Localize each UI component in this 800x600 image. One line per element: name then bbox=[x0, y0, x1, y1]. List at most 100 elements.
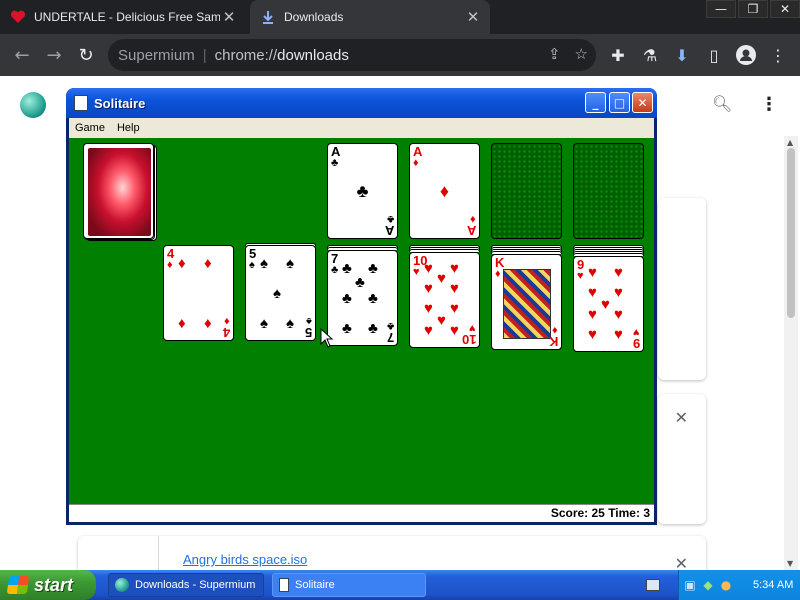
site-label: Supermium bbox=[118, 46, 195, 64]
tab-downloads[interactable]: Downloads ✕ bbox=[250, 0, 490, 34]
back-icon[interactable]: ← bbox=[10, 43, 34, 67]
tableau-card[interactable]: 4 ♦ ♦ ♦ ♦ ♦ ♦ 4 bbox=[163, 245, 234, 341]
more-options-icon[interactable]: ⋮ bbox=[760, 94, 778, 115]
search-icon[interactable]: 🔍︎ bbox=[712, 94, 732, 113]
solitaire-icon bbox=[279, 578, 289, 592]
card-pip: ♥ bbox=[588, 306, 597, 323]
card-pip: ♣ bbox=[368, 290, 378, 307]
side-panel-icon[interactable]: ▯ bbox=[702, 43, 726, 67]
solitaire-app-icon bbox=[74, 95, 88, 111]
card-rank: A bbox=[384, 223, 394, 238]
forward-icon[interactable]: → bbox=[42, 43, 66, 67]
card-pip: ♥ bbox=[450, 322, 459, 339]
scrollbar-thumb[interactable] bbox=[787, 148, 795, 318]
download-icon bbox=[260, 9, 276, 25]
extensions-icon[interactable]: ✚ bbox=[606, 43, 630, 67]
taskbar-item-label: Downloads - Supermium bbox=[135, 579, 256, 591]
minimize-button[interactable]: _ bbox=[585, 92, 606, 113]
card-rank: 4 bbox=[222, 325, 230, 340]
download-file-link[interactable]: Angry birds space.iso bbox=[183, 552, 307, 567]
minimize-icon[interactable]: — bbox=[706, 0, 736, 18]
page-scrollbar[interactable]: ▲ ▼ bbox=[784, 136, 798, 570]
card-pip: ♦ bbox=[204, 255, 212, 272]
bookmark-star-icon[interactable]: ☆ bbox=[575, 45, 588, 63]
restore-icon[interactable]: ❐ bbox=[738, 0, 768, 18]
tableau-card[interactable]: 10 ♥ ♥ ♥ ♥ ♥ ♥ ♥ ♥ ♥ ♥ ♥ ♥ 10 bbox=[409, 252, 480, 348]
card-pip: ♣ bbox=[342, 290, 352, 307]
card-suit: ♦ bbox=[495, 268, 501, 280]
foundation-empty-slot[interactable] bbox=[491, 143, 562, 239]
address-separator: | bbox=[202, 46, 207, 64]
tableau-card[interactable]: 7 ♣ ♣ ♣ ♣ ♣ ♣ ♣ ♣ ♣ 7 bbox=[327, 250, 398, 346]
remove-download-icon[interactable]: ✕ bbox=[675, 408, 688, 427]
close-icon[interactable]: ✕ bbox=[770, 0, 800, 18]
card-suit: ♥ bbox=[577, 270, 584, 282]
address-bar[interactable]: Supermium | chrome:// downloads ⇪ ☆ bbox=[108, 39, 596, 71]
windows-taskbar: start Downloads - Supermium Solitaire ▣ … bbox=[0, 570, 800, 600]
card-rank: K bbox=[548, 334, 558, 349]
card-rank: 5 bbox=[304, 325, 312, 340]
close-tab-icon[interactable]: ✕ bbox=[464, 8, 482, 26]
card-back-art bbox=[88, 148, 151, 236]
browser-tab-bar: UNDERTALE - Delicious Free Sample ✕ Down… bbox=[0, 0, 800, 34]
king-face-art bbox=[503, 269, 551, 339]
card-pip: ♣ bbox=[368, 260, 378, 277]
foundation-card[interactable]: A ♦ ♦ ♦ A bbox=[409, 143, 480, 239]
card-pip: ♥ bbox=[424, 300, 433, 317]
window-controls: — ❐ ✕ bbox=[704, 0, 800, 18]
tab-undertale[interactable]: UNDERTALE - Delicious Free Sample ✕ bbox=[10, 0, 246, 34]
card-pip: ♥ bbox=[450, 260, 459, 277]
card-pip: ♠ bbox=[286, 315, 294, 332]
solitaire-window: Solitaire _ □ ✕ Game Help A ♣ ♣ ♣ A A ♦ … bbox=[66, 88, 657, 525]
card-pip: ♠ bbox=[273, 285, 281, 302]
card-rank: 10 bbox=[461, 332, 476, 347]
downloads-icon[interactable]: ⬇ bbox=[670, 43, 694, 67]
maximize-button[interactable]: □ bbox=[609, 92, 630, 113]
taskbar-item-solitaire[interactable]: Solitaire bbox=[272, 573, 426, 597]
scroll-down-icon[interactable]: ▼ bbox=[787, 559, 793, 568]
card-rank: 7 bbox=[386, 330, 394, 345]
taskbar-item-label: Solitaire bbox=[295, 579, 335, 591]
foundation-empty-slot[interactable] bbox=[573, 143, 644, 239]
menu-game[interactable]: Game bbox=[69, 122, 111, 134]
network-icon[interactable]: ▣ bbox=[683, 578, 697, 592]
scroll-up-icon[interactable]: ▲ bbox=[787, 138, 793, 147]
solitaire-title-bar[interactable]: Solitaire _ □ ✕ bbox=[66, 88, 657, 118]
card-pip: ♦ bbox=[178, 255, 186, 272]
start-label: start bbox=[34, 574, 74, 595]
card-pip: ♣ bbox=[355, 274, 365, 291]
solitaire-menu-bar: Game Help bbox=[69, 118, 654, 138]
card-pip: ♥ bbox=[614, 306, 623, 323]
start-button[interactable]: start bbox=[0, 570, 96, 600]
browser-menu-icon[interactable]: ⋮ bbox=[766, 43, 790, 67]
reload-icon[interactable]: ↻ bbox=[74, 43, 98, 67]
card-suit: ♦ bbox=[167, 259, 173, 271]
system-tray: ▣ ◆ ● 5:34 AM bbox=[678, 570, 800, 600]
volume-icon[interactable]: ◆ bbox=[701, 578, 715, 592]
keyboard-layout-icon[interactable] bbox=[646, 579, 660, 591]
close-button[interactable]: ✕ bbox=[632, 92, 653, 113]
card-pip: ♠ bbox=[286, 255, 294, 272]
taskbar-item-downloads[interactable]: Downloads - Supermium bbox=[108, 573, 264, 597]
score-time-readout: Score: 25 Time: 3 bbox=[550, 506, 650, 520]
tableau-card[interactable]: K ♦ ♦ K bbox=[491, 254, 562, 350]
card-pip: ♥ bbox=[614, 264, 623, 281]
card-pip: ♣ bbox=[368, 320, 378, 337]
foundation-card[interactable]: A ♣ ♣ ♣ A bbox=[327, 143, 398, 239]
clock: 5:34 AM bbox=[753, 579, 794, 591]
close-tab-icon[interactable]: ✕ bbox=[220, 8, 238, 26]
download-card: ✕ bbox=[658, 394, 706, 524]
profile-avatar-icon[interactable] bbox=[734, 43, 758, 67]
tableau-card[interactable]: 5 ♠ ♠ ♠ ♠ ♠ ♠ ♠ 5 bbox=[245, 245, 316, 341]
card-pip: ♥ bbox=[424, 322, 433, 339]
supermium-icon bbox=[115, 578, 129, 592]
menu-help[interactable]: Help bbox=[111, 122, 146, 134]
stock-pile[interactable] bbox=[83, 143, 157, 241]
card-pip: ♣ bbox=[342, 260, 352, 277]
window-title: Solitaire bbox=[94, 95, 146, 111]
labs-flask-icon[interactable]: ⚗ bbox=[638, 43, 662, 67]
share-icon[interactable]: ⇪ bbox=[548, 45, 561, 63]
tableau-card[interactable]: 9 ♥ ♥ ♥ ♥ ♥ ♥ ♥ ♥ ♥ ♥ ♥ 9 bbox=[573, 256, 644, 352]
card-pip: ♥ bbox=[424, 260, 433, 277]
security-icon[interactable]: ● bbox=[719, 578, 733, 592]
